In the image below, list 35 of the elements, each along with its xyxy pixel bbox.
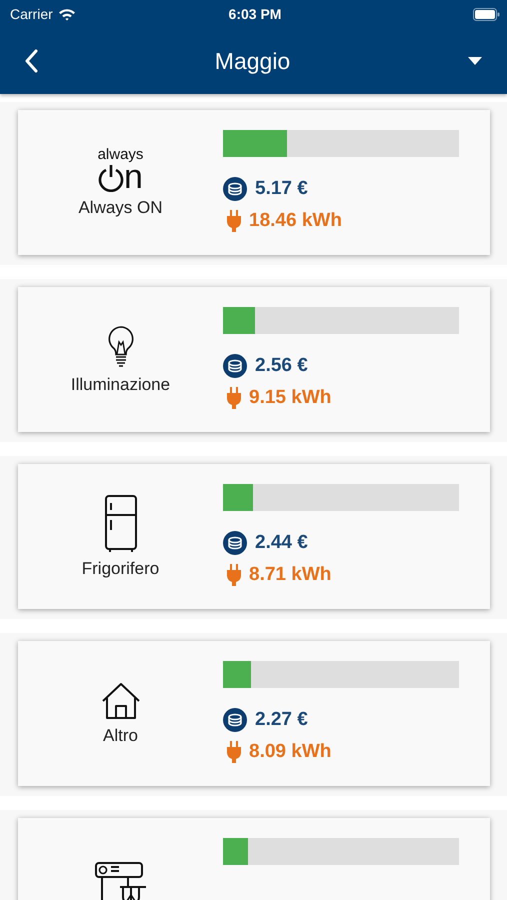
energy-value: 9.15 kWh (249, 387, 332, 409)
cost-value: 2.27 € (255, 709, 308, 731)
back-icon (24, 49, 38, 73)
coins-icon (223, 177, 247, 201)
plug-icon (227, 564, 241, 586)
category-card[interactable]: always n Always ON 5.17 € 18.46 kWh (18, 110, 490, 255)
energy-value: 8.71 kWh (249, 564, 332, 586)
light-bulb-icon (106, 324, 136, 368)
plug-icon (227, 387, 241, 409)
month-title: Maggio (214, 48, 290, 74)
category-label: Always ON (78, 198, 163, 218)
cost-value: 2.44 € (255, 532, 308, 554)
category-label: Frigorifero (82, 558, 160, 578)
category-card[interactable]: Illuminazione 2.56 € 9.15 kWh (18, 287, 490, 432)
category-label: Illuminazione (70, 374, 170, 394)
carrier-text: Carrier (10, 6, 53, 22)
category-card[interactable]: Frigorifero 2.44 € 8.71 kWh (18, 464, 490, 609)
coins-icon (223, 708, 247, 732)
house-icon (100, 682, 140, 720)
fridge-icon (104, 494, 136, 552)
cost-value: 2.56 € (255, 355, 308, 377)
plug-icon (227, 741, 241, 763)
energy-value: 8.09 kWh (249, 741, 332, 763)
clock-time: 6:03 PM (228, 6, 282, 22)
category-label: Altro (103, 726, 138, 746)
energy-value: 18.46 kWh (249, 210, 342, 232)
caret-icon (467, 56, 483, 66)
coins-icon (223, 531, 247, 555)
cost-value: 5.17 € (255, 178, 308, 200)
battery-icon (472, 8, 500, 20)
always-on-logo: always n (98, 147, 144, 192)
plug-icon (227, 210, 241, 232)
category-card[interactable]: Altro 2.27 € 8.09 kWh (18, 641, 490, 786)
wifi-icon (58, 8, 76, 20)
coins-icon (223, 354, 247, 378)
